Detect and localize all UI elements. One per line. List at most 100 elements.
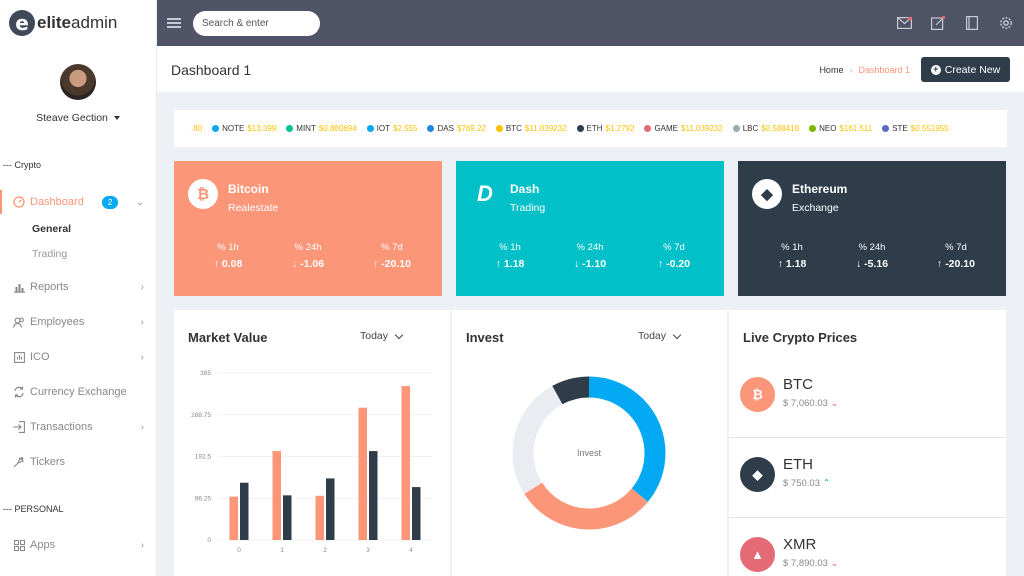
ticker-item: BTC $11.039232 — [495, 124, 567, 133]
nav-caption-personal: --- PERSONAL — [3, 504, 64, 514]
bar[interactable] — [326, 478, 335, 540]
coin-card-bitcoin[interactable]: ₿ Bitcoin Realestate % 1h ↑ 0.08 % 24h ↓ -1.06… — [174, 161, 442, 296]
coin-symbol: ETH — [783, 456, 813, 473]
stat-value: -20.10 — [945, 258, 975, 270]
ticker-value: $1.2792 — [605, 124, 635, 133]
sign-in-icon — [13, 421, 25, 433]
y-tick-label: 96.25 — [195, 495, 212, 502]
logo-text-bold: elite — [37, 13, 72, 32]
sidebar-item-employees[interactable]: Employees › — [0, 310, 156, 334]
arrow-up-icon: ↑ — [495, 258, 501, 270]
ticker-value: $0.551955 — [910, 124, 949, 133]
page-header: Dashboard 1 Home › Dashboard 1 + Create New — [157, 46, 1024, 92]
coin-stat: % 7d ↑ -0.20 — [644, 242, 704, 270]
stat-label: % 24h — [858, 242, 886, 253]
sidebar-item-label: Currency Exchange — [30, 386, 127, 398]
ticker-value: $11.039232 — [524, 124, 567, 133]
sidebar-subitem-general[interactable]: General — [32, 223, 71, 235]
bar[interactable] — [229, 496, 239, 540]
market-value-chart: 0 96.25 192.5 288.75 385 0 1 2 3 4 — [191, 370, 432, 554]
bar[interactable] — [272, 451, 282, 540]
stat-value: 1.18 — [785, 258, 807, 270]
bar[interactable] — [358, 407, 368, 540]
bar[interactable] — [315, 495, 325, 540]
ticker-value: .80 — [191, 124, 203, 133]
stat-value: -20.10 — [381, 258, 411, 270]
live-price-row[interactable]: ₿ BTC $ 7,060.03 ⌄ — [729, 358, 1006, 438]
user-profile: Steave Gection — [0, 46, 156, 124]
sidebar-item-ico[interactable]: ICO › — [0, 345, 156, 369]
coin-dot-icon — [644, 125, 652, 132]
coin-dot-icon — [882, 125, 890, 132]
breadcrumb-current: Dashboard 1 — [858, 65, 910, 75]
dashboard-count-badge: 2 — [101, 195, 119, 209]
live-price-row[interactable]: ▲ XMR $ 7,890.03 ⌄ — [729, 518, 1006, 576]
edit-icon[interactable] — [928, 13, 948, 33]
coin-card-dash[interactable]: D Dash Trading % 1h ↑ 1.18 % 24h ↓ -1.10 % 7d ↑ … — [456, 161, 724, 296]
y-tick-label: 385 — [200, 370, 211, 377]
coin-stat: % 7d ↑ -20.10 — [362, 242, 422, 270]
y-tick-label: 0 — [207, 537, 211, 544]
x-tick-label: 4 — [409, 547, 413, 554]
sidebar-item-label: Reports — [30, 281, 69, 293]
avatar[interactable] — [60, 64, 96, 100]
sidebar-subitem-trading[interactable]: Trading — [32, 248, 67, 260]
bar[interactable] — [369, 451, 378, 540]
bar-chart-icon — [13, 281, 25, 293]
stat-value-row: ↓ -1.10 — [560, 258, 620, 270]
y-tick-label: 288.75 — [191, 412, 211, 419]
sidebar-item-currency-exchange[interactable]: Currency Exchange — [0, 380, 156, 404]
coin-symbol: BTC — [783, 376, 813, 393]
chevron-down-icon: ⌄ — [135, 196, 144, 208]
stat-label: % 7d — [945, 242, 967, 253]
x-tick-label: 3 — [366, 547, 370, 554]
chevron-right-icon: › — [140, 351, 144, 363]
sidebar-item-label: Transactions — [30, 421, 93, 433]
sidebar-item-reports[interactable]: Reports › — [0, 275, 156, 299]
coin-dot-icon — [576, 125, 584, 132]
ticker-symbol: STE — [892, 124, 908, 133]
arrow-down-icon: ↓ — [855, 258, 862, 270]
bar[interactable] — [283, 495, 292, 540]
create-new-button[interactable]: + Create New — [921, 57, 1010, 82]
coin-subtitle: Realestate — [228, 202, 279, 214]
sidebar-item-label: Tickers — [30, 456, 66, 468]
stat-label: % 7d — [663, 242, 685, 253]
sidebar-item-transactions[interactable]: Transactions › — [0, 415, 156, 439]
stat-value: 1.18 — [503, 258, 525, 270]
x-tick-label: 1 — [280, 547, 284, 554]
coin-symbol: XMR — [783, 536, 817, 553]
ticker-symbol: BTC — [505, 124, 522, 133]
logo[interactable]: e eliteadmin — [0, 0, 156, 46]
arrow-up-icon: ↑ — [373, 258, 379, 270]
topbar-icons — [894, 13, 1016, 33]
coin-name: Dash — [510, 182, 540, 196]
bar[interactable] — [240, 482, 249, 540]
sidebar-item-tickers[interactable]: Tickers — [0, 450, 156, 474]
coin-stat: % 24h ↓ -1.06 — [278, 242, 338, 270]
user-name: Steave Gection — [36, 112, 108, 124]
ethereum-icon: ◆ — [740, 457, 775, 492]
stat-value-row: ↓ -5.16 — [842, 258, 902, 270]
sidebar-item-apps[interactable]: Apps › — [0, 533, 156, 557]
mail-icon[interactable] — [894, 13, 914, 33]
sidebar: e eliteadmin Steave Gection --- Crypto D… — [0, 0, 157, 576]
search-input[interactable] — [193, 10, 320, 36]
gear-icon[interactable] — [996, 13, 1016, 33]
coin-dot-icon — [495, 125, 503, 132]
book-icon[interactable] — [962, 13, 982, 33]
user-menu-toggle[interactable]: Steave Gection — [0, 112, 156, 124]
logo-text-light: admin — [71, 13, 118, 32]
bitcoin-icon: ₿ — [188, 179, 218, 209]
coin-card-ethereum[interactable]: ◆ Ethereum Exchange % 1h ↑ 1.18 % 24h ↓ -5.16%… — [738, 161, 1006, 296]
sidebar-item-dashboard[interactable]: Dashboard 2 ⌄ — [0, 190, 156, 214]
live-price-row[interactable]: ◆ ETH $ 750.03 ⌃ — [729, 438, 1006, 518]
bar[interactable] — [412, 487, 421, 540]
market-value-panel: Market Value Today 0 96.25 192.5 288.75 385 0… — [174, 310, 450, 576]
ticker-item: STE $0.551955 — [882, 124, 949, 133]
grid-icon — [13, 539, 25, 551]
menu-toggle-icon[interactable] — [167, 18, 181, 28]
bar[interactable] — [401, 386, 411, 540]
breadcrumb-home[interactable]: Home — [819, 65, 843, 75]
ticker-item: NOTE $13.399 — [212, 124, 276, 133]
